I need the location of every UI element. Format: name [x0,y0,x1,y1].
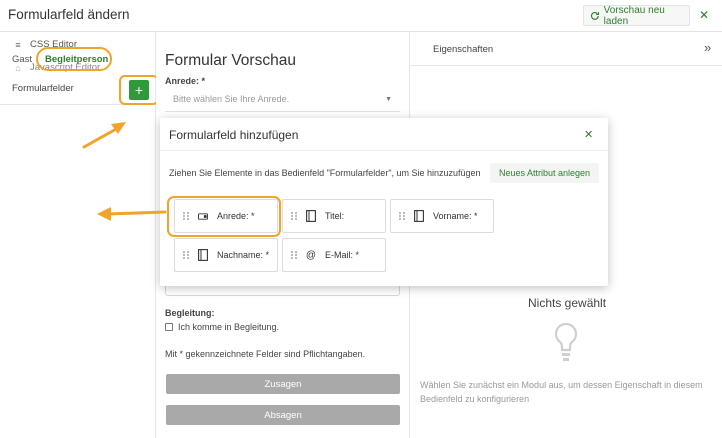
zusagen-button[interactable]: Zusagen [166,374,400,394]
refresh-icon [590,11,600,20]
drag-handle-icon[interactable] [183,251,189,259]
properties-hint: Wählen Sie zunächst ein Modul aus, um de… [420,380,703,404]
collapse-panel-icon[interactable]: » [704,40,711,55]
field-card-email[interactable]: @ E-Mail: * [282,238,386,272]
field-card-label: Titel: [325,211,345,221]
lightbulb-icon [554,322,578,361]
drag-handle-icon[interactable] [399,212,405,220]
text-field-icon [306,210,316,222]
at-icon: @ [305,249,317,261]
begleitung-label: Begleitung: [165,308,215,318]
field-card-nachname[interactable]: Nachname: * [174,238,278,272]
begleitung-option-label: Ich komme in Begleitung. [178,322,280,332]
highlight-ring-tab [36,47,112,71]
nothing-selected-label: Nichts gewählt [528,296,607,310]
anrede-placeholder: Bitte wählen Sie Ihre Anrede. [173,94,290,104]
absagen-button[interactable]: Absagen [166,405,400,425]
formfelder-label: Formularfelder [12,83,74,94]
modal-header: Formularfeld hinzufügen ✕ [160,118,608,151]
properties-title: Eigenschaften [433,44,494,55]
begleitung-checkbox[interactable] [165,323,173,331]
drag-handle-icon[interactable] [291,212,297,220]
anrede-label: Anrede: * [165,76,206,86]
anrede-select[interactable]: Bitte wählen Sie Ihre Anrede. ▼ [165,90,400,112]
dialog-header: Formularfeld ändern Vorschau neu laden ✕ [0,0,722,32]
caret-down-icon: ▼ [385,96,392,103]
field-card-label: Nachname: * [217,250,270,260]
add-field-button[interactable]: + [129,80,149,100]
modal-title: Formularfeld hinzufügen [169,128,299,142]
tab-gast[interactable]: Gast [12,54,32,65]
drag-handle-icon[interactable] [291,251,297,259]
text-field-icon [414,210,424,222]
css3-icon: ≡ [15,39,21,50]
field-card-label: E-Mail: * [325,250,360,260]
new-attribute-button[interactable]: Neues Attribut anlegen [490,163,599,183]
field-card-vorname[interactable]: Vorname: * [390,199,494,233]
modal-hint: Ziehen Sie Elemente in das Bedienfeld "F… [169,168,481,178]
dialog-title: Formularfeld ändern [8,7,130,22]
preview-title: Formular Vorschau [165,52,296,69]
begleitung-checkbox-row[interactable]: Ich komme in Begleitung. [165,322,279,332]
required-note: Mit * gekennzeichnete Felder sind Pflich… [165,349,366,359]
close-icon[interactable]: ✕ [699,8,709,22]
field-card-label: Vorname: * [433,211,478,221]
close-icon[interactable]: ✕ [584,128,593,141]
text-field-icon [198,249,208,261]
highlight-ring-field [167,196,281,237]
reload-preview-label: Vorschau neu laden [603,4,665,27]
reload-preview-button[interactable]: Vorschau neu laden [583,4,690,27]
field-card-titel[interactable]: Titel: [282,199,386,233]
